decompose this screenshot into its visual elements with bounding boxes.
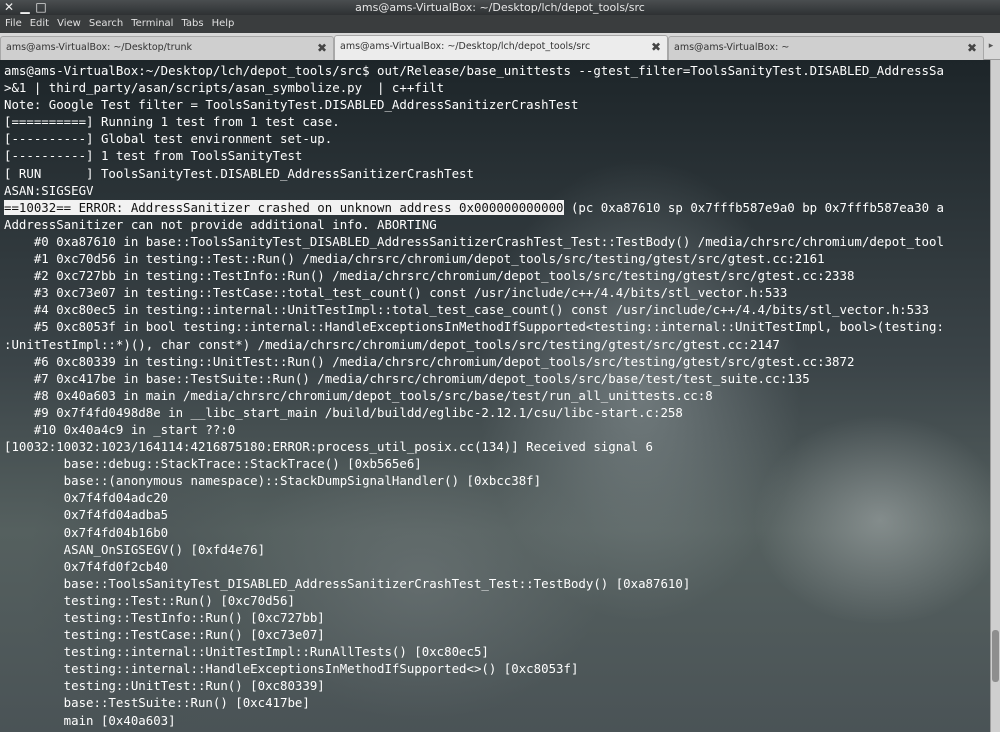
window-title: ams@ams-VirtualBox: ~/Desktop/lch/depot_… bbox=[355, 1, 645, 14]
terminal-line: base::debug::StackTrace::StackTrace() [0… bbox=[4, 456, 422, 472]
terminal-line: #7 0xc417be in base::TestSuite::Run() /m… bbox=[4, 370, 810, 386]
menu-view[interactable]: View bbox=[53, 15, 85, 33]
terminal-line: #4 0xc80ec5 in testing::internal::UnitTe… bbox=[4, 302, 930, 318]
terminal-line: base::ToolsSanityTest_DISABLED_AddressSa… bbox=[4, 575, 691, 591]
tab-close-icon[interactable]: ✖ bbox=[966, 37, 978, 59]
menu-file[interactable]: File bbox=[0, 15, 26, 33]
terminal-line: [----------] Global test environment set… bbox=[4, 131, 333, 147]
tab-close-icon[interactable]: ✖ bbox=[650, 36, 662, 58]
terminal-line: [----------] 1 test from ToolsSanityTest bbox=[4, 148, 303, 164]
menu-terminal[interactable]: Terminal bbox=[127, 15, 177, 33]
terminal-line: #8 0x40a603 in main /media/chrsrc/chromi… bbox=[4, 387, 713, 403]
tab-scroll-right-icon[interactable]: ▸ bbox=[985, 39, 997, 53]
terminal-line: ams@ams-VirtualBox:~/Desktop/lch/depot_t… bbox=[4, 63, 944, 78]
terminal-line: testing::internal::UnitTestImpl::RunAllT… bbox=[4, 644, 489, 660]
terminal-line: testing::UnitTest::Run() [0xc80339] bbox=[4, 678, 325, 694]
terminal-line: [ RUN ] ToolsSanityTest.DISABLED_Address… bbox=[4, 165, 474, 181]
terminal-line: testing::TestCase::Run() [0xc73e07] bbox=[4, 627, 325, 643]
terminal-line: #6 0xc80339 in testing::UnitTest::Run() … bbox=[4, 353, 855, 369]
tab-home[interactable]: ams@ams-VirtualBox: ~ ✖ bbox=[668, 36, 984, 60]
tab-label: ams@ams-VirtualBox: ~ bbox=[674, 42, 790, 53]
menu-edit[interactable]: Edit bbox=[26, 15, 53, 33]
terminal-lines: ams@ams-VirtualBox:~/Desktop/lch/depot_t… bbox=[4, 62, 944, 729]
terminal-line: testing::Test::Run() [0xc70d56] bbox=[4, 592, 295, 608]
terminal-line: >&1 | third_party/asan/scripts/asan_symb… bbox=[4, 80, 445, 96]
terminal-line: #5 0xc8053f in bool testing::internal::H… bbox=[4, 319, 944, 335]
tab-depot-tools-src[interactable]: ams@ams-VirtualBox: ~/Desktop/lch/depot_… bbox=[334, 35, 668, 60]
terminal-line: [==========] Running 1 test from 1 test … bbox=[4, 114, 340, 130]
terminal-line: base::(anonymous namespace)::StackDumpSi… bbox=[4, 473, 542, 489]
terminal-error-line: ==10032== ERROR: AddressSanitizer crashe… bbox=[4, 199, 944, 216]
terminal-output[interactable]: ams@ams-VirtualBox:~/Desktop/lch/depot_t… bbox=[0, 60, 990, 732]
terminal-line: 0x7f4fd04b16b0 bbox=[4, 524, 169, 540]
terminal-line: 0x7f4fd04adc20 bbox=[4, 490, 169, 506]
terminal-line: #10 0x40a4c9 in _start ??:0 bbox=[4, 421, 236, 437]
terminal-line: main [0x40a603] bbox=[4, 712, 176, 728]
terminal-line: #1 0xc70d56 in testing::Test::Run() /med… bbox=[4, 251, 825, 267]
tab-close-icon[interactable]: ✖ bbox=[316, 37, 328, 59]
terminal-line: ASAN:SIGSEGV bbox=[4, 182, 94, 198]
tab-trunk[interactable]: ams@ams-VirtualBox: ~/Desktop/trunk ✖ bbox=[0, 36, 334, 60]
terminal-line: #0 0xa87610 in base::ToolsSanityTest_DIS… bbox=[4, 233, 944, 249]
tab-label: ams@ams-VirtualBox: ~/Desktop/lch/depot_… bbox=[340, 41, 591, 52]
terminal-line: #3 0xc73e07 in testing::TestCase::total_… bbox=[4, 285, 788, 301]
menu-bar: File Edit View Search Terminal Tabs Help bbox=[0, 15, 1000, 33]
terminal-line: base::TestSuite::Run() [0xc417be] bbox=[4, 695, 310, 711]
terminal-line: testing::internal::HandleExceptionsInMet… bbox=[4, 661, 579, 677]
tab-label: ams@ams-VirtualBox: ~/Desktop/trunk bbox=[6, 42, 193, 53]
terminal-line: testing::TestInfo::Run() [0xc727bb] bbox=[4, 610, 325, 625]
terminal-line: 0x7f4fd0f2cb40 bbox=[4, 558, 169, 574]
terminal-line: Note: Google Test filter = ToolsSanityTe… bbox=[4, 97, 579, 113]
selected-error-text: ==10032== ERROR: AddressSanitizer crashe… bbox=[4, 199, 564, 215]
menu-tabs[interactable]: Tabs bbox=[177, 15, 207, 33]
terminal-line: 0x7f4fd04adba5 bbox=[4, 507, 169, 523]
terminal-line: #9 0x7f4fd0498d8e in __libc_start_main /… bbox=[4, 404, 683, 420]
terminal-line: :UnitTestImpl::*)(), char const*) /media… bbox=[4, 336, 780, 352]
terminal-line: #2 0xc727bb in testing::TestInfo::Run() … bbox=[4, 268, 855, 284]
scrollbar-thumb[interactable] bbox=[992, 630, 999, 682]
error-details-text: (pc 0xa87610 sp 0x7fffb587e9a0 bp 0x7fff… bbox=[563, 199, 944, 215]
tab-bar: ams@ams-VirtualBox: ~/Desktop/trunk ✖ am… bbox=[0, 33, 1000, 60]
vertical-scrollbar[interactable] bbox=[990, 60, 1000, 732]
terminal-line: AddressSanitizer can not provide additio… bbox=[4, 216, 437, 232]
terminal-line: [10032:10032:1023/164114:4216875180:ERRO… bbox=[4, 439, 654, 455]
terminal-line: ASAN_OnSIGSEGV() [0xfd4e76] bbox=[4, 541, 266, 557]
title-bar: ✕ ▁ □ ams@ams-VirtualBox: ~/Desktop/lch/… bbox=[0, 0, 1000, 15]
menu-search[interactable]: Search bbox=[85, 15, 127, 33]
menu-help[interactable]: Help bbox=[208, 15, 239, 33]
